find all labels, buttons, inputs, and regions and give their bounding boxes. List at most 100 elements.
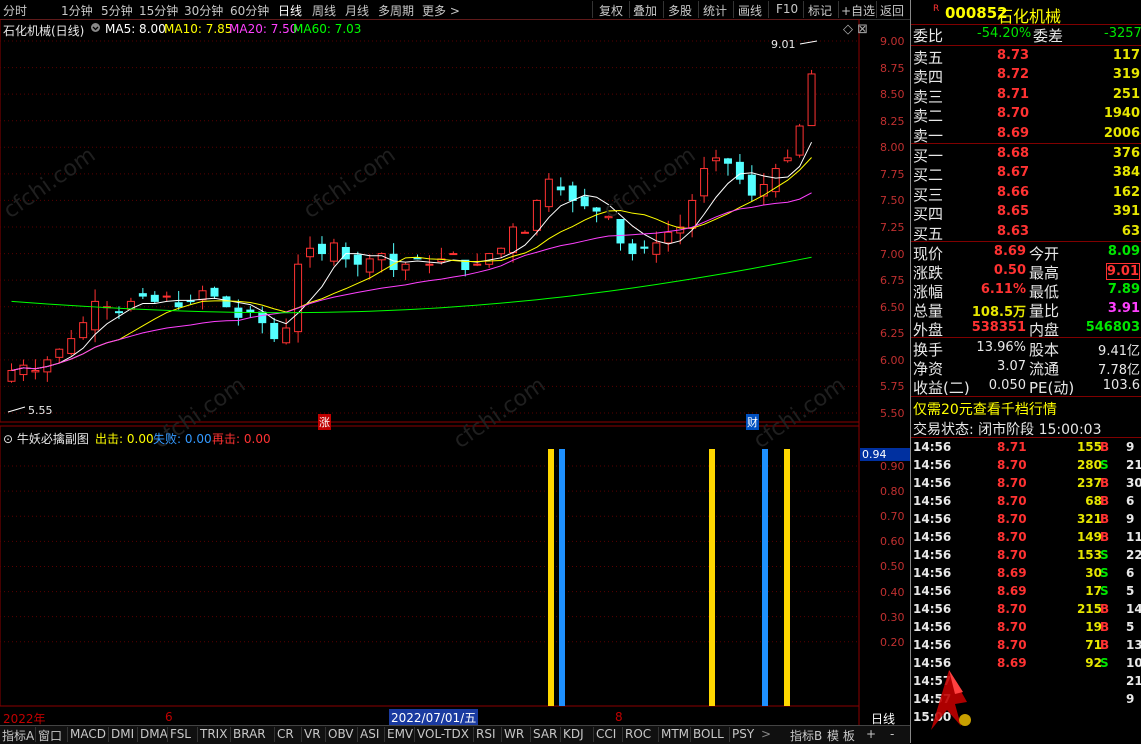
period-15min[interactable]: 15分钟 [139, 2, 178, 19]
period-weekly[interactable]: 周线 [312, 2, 336, 19]
tab-wr[interactable]: WR [504, 727, 524, 741]
sub-y-tick: 0.40 [880, 585, 905, 599]
tab-right-0[interactable]: 指标B [790, 727, 822, 744]
draw-line-button[interactable]: 画线 [738, 2, 762, 19]
tab-kdj[interactable]: KDJ [563, 727, 584, 741]
ask-row[interactable]: 卖二 8.70 1940 [911, 105, 1141, 125]
period-60min[interactable]: 60分钟 [230, 2, 269, 19]
tab-macd[interactable]: MACD [70, 727, 106, 741]
stat-row: 现价 8.69 今开 8.09 [911, 243, 1141, 263]
period-more[interactable]: 更多 > [422, 2, 460, 19]
bid-row[interactable]: 买五 8.63 63 [911, 223, 1141, 243]
tabs-scroll-arrow-icon[interactable]: > [761, 727, 771, 741]
stat2-value: 103.6 [1102, 378, 1140, 393]
stat2-label: 股本 [1029, 341, 1060, 359]
back-button[interactable]: 返回 [880, 2, 904, 19]
svg-text:cfchi.com: cfchi.com [599, 143, 700, 224]
tab-right-2[interactable]: + [866, 727, 876, 741]
ask-row[interactable]: 卖五 8.73 117 [911, 47, 1141, 67]
mark-button[interactable]: 标记 [808, 2, 832, 19]
multi-stock-button[interactable]: 多股 [668, 2, 692, 19]
period-5min[interactable]: 5分钟 [101, 2, 133, 19]
ask-row[interactable]: 卖四 8.72 319 [911, 66, 1141, 86]
tick-price: 8.69 [997, 656, 1027, 670]
tab-vr[interactable]: VR [304, 727, 321, 741]
tick-volume: 155 [1076, 440, 1102, 454]
tab-asi[interactable]: ASI [360, 727, 379, 741]
f10-button[interactable]: F10 [776, 2, 798, 16]
bid-row[interactable]: 买三 8.66 162 [911, 184, 1141, 204]
tab-dmi[interactable]: DMI [111, 727, 134, 741]
tab-mtm[interactable]: MTM [661, 727, 689, 741]
promo-text[interactable]: 仅需20元查看千档行情 [913, 399, 1057, 419]
tab-brar[interactable]: BRAR [233, 727, 266, 741]
period-30min[interactable]: 30分钟 [184, 2, 223, 19]
tick-time: 14:56 [913, 440, 952, 454]
tab-cr[interactable]: CR [277, 727, 294, 741]
tab-rsi[interactable]: RSI [476, 727, 496, 741]
tab-vol-tdx[interactable]: VOL-TDX [417, 727, 469, 741]
chevron-right-icon: > [446, 4, 460, 18]
bid-row[interactable]: 买一 8.68 376 [911, 145, 1141, 165]
chart-options-icon[interactable]: ◇ ⊠ [843, 22, 868, 37]
tab-obv[interactable]: OBV [328, 727, 354, 741]
overlay-button[interactable]: 叠加 [633, 2, 657, 19]
tick-side: S [1100, 656, 1109, 670]
tab-boll[interactable]: BOLL [693, 727, 724, 741]
period-daily[interactable]: 日线 [278, 2, 302, 19]
high-mark: 9.01 [771, 38, 796, 51]
bid-row[interactable]: 买四 8.65 391 [911, 203, 1141, 223]
fuquan-button[interactable]: 复权 [599, 2, 623, 19]
tab-emv[interactable]: EMV [387, 727, 413, 741]
main-y-tick: 8.25 [880, 114, 905, 128]
level-label: 买一 [913, 147, 944, 165]
logo-arrow-icon [919, 662, 979, 732]
tab-cci[interactable]: CCI [596, 727, 616, 741]
bid-row[interactable]: 买二 8.67 384 [911, 164, 1141, 184]
settings-circle-icon[interactable] [90, 22, 100, 32]
sub-y-tick: 0.80 [880, 485, 905, 499]
tick-price: 8.69 [997, 584, 1027, 598]
tab-窗口[interactable]: 窗口 [38, 727, 62, 744]
tick-price: 8.71 [997, 440, 1027, 454]
period-multi[interactable]: 多周期 [378, 2, 414, 19]
period-1min[interactable]: 1分钟 [61, 2, 93, 19]
ask-row[interactable]: 卖三 8.71 251 [911, 86, 1141, 106]
tab-right-1[interactable]: 模 板 [827, 727, 855, 744]
stat2-label: 换手 [913, 341, 944, 359]
sub-settings-icon[interactable]: ⊙ [3, 432, 13, 446]
promo-row[interactable]: 仅需20元查看千档行情 [911, 398, 1141, 419]
tab-指标a[interactable]: 指标A [2, 727, 34, 744]
tick-side: S [1100, 584, 1109, 598]
tab-sar[interactable]: SAR [533, 727, 557, 741]
add-watchlist-button[interactable]: +自选 [841, 2, 875, 19]
legend-zaiji-value: 0.00 [243, 432, 271, 446]
tick-row: 14:56 8.70 321 B 9 [911, 511, 1141, 529]
ask-row[interactable]: 卖一 8.69 2006 [911, 125, 1141, 145]
event-cai-badge[interactable]: 财 [746, 414, 759, 430]
stat-label: 现价 [913, 245, 944, 263]
kline-svg[interactable]: cfchi.comcfchi.comcfchi.comcfchi.comcfch… [0, 19, 910, 725]
stat-value: 3.91 [1107, 301, 1140, 316]
tab-psy[interactable]: PSY [732, 727, 754, 741]
level-price: 8.63 [997, 223, 1030, 239]
tab-trix[interactable]: TRIX [200, 727, 227, 741]
period-fenshi[interactable]: 分时 [3, 2, 27, 19]
main-y-tick: 6.50 [880, 300, 905, 314]
tick-row: 14:56 8.70 68 B 6 [911, 493, 1141, 511]
main-y-tick: 6.75 [880, 274, 905, 288]
level-price: 8.66 [997, 184, 1030, 200]
statistics-button[interactable]: 统计 [703, 2, 727, 19]
event-zhang-badge[interactable]: 涨 [318, 414, 331, 430]
tab-roc[interactable]: ROC [625, 727, 651, 741]
weicha-label: 委差 [1033, 27, 1064, 45]
tick-row: 14:56 8.69 17 S 5 [911, 583, 1141, 601]
tab-right-3[interactable]: - [890, 727, 894, 741]
tick-time: 14:56 [913, 584, 952, 598]
tick-count: 9 [1126, 440, 1135, 454]
period-monthly[interactable]: 月线 [345, 2, 369, 19]
stat-row: 总量 108.5万 量比 3.91 [911, 300, 1141, 320]
tab-fsl[interactable]: FSL [170, 727, 191, 741]
tab-dma[interactable]: DMA [140, 727, 168, 741]
chart-area[interactable]: cfchi.com cfchi.com cfchi.com cfchi.com cfch… [0, 19, 910, 739]
